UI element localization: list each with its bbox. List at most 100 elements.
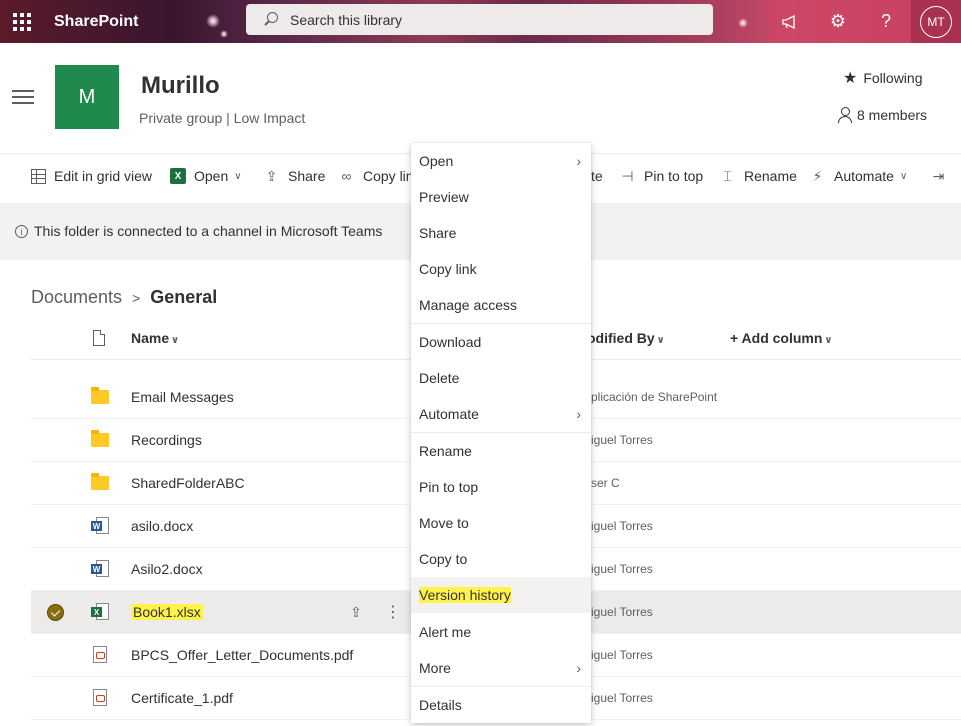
chevron-right-icon: ›: [576, 660, 581, 676]
share-button[interactable]: ⇪ Share: [263, 154, 326, 198]
row-file-name[interactable]: Certificate_1.pdf: [131, 690, 233, 706]
help-icon: ?: [880, 11, 891, 31]
menu-item-rename[interactable]: Rename: [411, 433, 591, 469]
avatar[interactable]: MT: [920, 5, 952, 38]
chevron-right-icon: ›: [576, 406, 581, 422]
share-label: Share: [288, 168, 326, 184]
add-column-button[interactable]: + Add column ∨: [730, 330, 832, 346]
menu-item-label: Alert me: [419, 624, 472, 640]
menu-item-alert-me[interactable]: Alert me: [411, 614, 591, 650]
site-subtitle: Private group | Low Impact: [139, 110, 306, 126]
chevron-down-icon: ∨: [899, 170, 908, 182]
rename-button[interactable]: ⌶ Rename: [719, 154, 797, 198]
chevron-right-icon: >: [132, 289, 141, 306]
folder-icon: [91, 430, 111, 449]
menu-item-label: Automate: [419, 406, 479, 422]
menu-item-copy-link[interactable]: Copy link: [411, 251, 591, 287]
menu-item-label: Download: [419, 334, 482, 350]
grid-icon: [31, 168, 46, 184]
pin-to-top-button[interactable]: ⊣ Pin to top: [619, 154, 703, 198]
menu-item-label: Move to: [419, 515, 469, 531]
open-button[interactable]: X Open ∨: [170, 154, 242, 198]
help-button[interactable]: ?: [864, 0, 908, 43]
search-placeholder: Search this library: [290, 11, 403, 28]
breadcrumb: Documents > General: [31, 287, 217, 308]
person-icon: [838, 107, 852, 123]
pdf-icon: [91, 689, 111, 707]
menu-item-share[interactable]: Share: [411, 215, 591, 251]
menu-item-label: Preview: [419, 189, 469, 205]
hamburger-icon: [12, 90, 34, 92]
breadcrumb-documents[interactable]: Documents: [31, 287, 122, 308]
excel-file-icon: X: [91, 603, 111, 621]
share-icon[interactable]: ⇪: [347, 603, 365, 621]
menu-item-version-history[interactable]: Version history: [411, 577, 591, 613]
menu-item-label: Copy link: [419, 261, 477, 277]
menu-item-label: Details: [419, 697, 462, 713]
column-modified-by[interactable]: odified By ∨: [587, 330, 665, 346]
star-icon: ★: [843, 70, 858, 87]
site-logo[interactable]: M: [55, 65, 119, 129]
announcement-button[interactable]: [768, 0, 812, 43]
menu-item-label: Manage access: [419, 297, 518, 313]
row-modified-by: iguel Torres: [591, 433, 653, 447]
menu-item-label: Rename: [419, 443, 472, 459]
excel-icon: X: [170, 168, 186, 184]
delete-label: te: [591, 168, 603, 184]
site-title[interactable]: Murillo: [141, 72, 220, 100]
menu-item-details[interactable]: Details: [411, 687, 591, 723]
row-file-name[interactable]: Email Messages: [131, 389, 234, 405]
move-icon: ⇥: [932, 167, 945, 184]
background-sparkle: [206, 14, 220, 28]
folder-icon: [91, 473, 111, 492]
more-actions-icon[interactable]: ⋮: [385, 601, 401, 623]
row-file-name[interactable]: Recordings: [131, 432, 202, 448]
rename-label: Rename: [744, 168, 797, 184]
background-sparkle: [738, 18, 748, 28]
following-button[interactable]: ★ Following: [843, 68, 922, 88]
pdf-icon: [91, 646, 111, 664]
menu-item-label: Version history: [419, 587, 511, 603]
move-to-button[interactable]: ⇥: [930, 154, 947, 198]
copy-link-button[interactable]: ∞ Copy lin: [338, 154, 414, 198]
menu-item-more[interactable]: More ›: [411, 650, 591, 686]
row-file-name[interactable]: Book1.xlsx: [131, 604, 203, 620]
rename-icon: ⌶: [723, 167, 732, 184]
row-file-name[interactable]: BPCS_Offer_Letter_Documents.pdf: [131, 647, 353, 663]
row-check-icon[interactable]: [47, 604, 64, 621]
menu-item-delete[interactable]: Delete: [411, 360, 591, 396]
brand-name[interactable]: SharePoint: [54, 0, 138, 43]
column-name[interactable]: Name ∨: [131, 330, 179, 346]
menu-item-move-to[interactable]: Move to: [411, 505, 591, 541]
menu-item-automate[interactable]: Automate ›: [411, 396, 591, 432]
info-icon: i: [15, 225, 28, 238]
automate-button[interactable]: ⚡ Automate ∨: [809, 154, 908, 198]
edit-grid-button[interactable]: Edit in grid view: [31, 154, 152, 198]
menu-item-label: More: [419, 660, 451, 676]
breadcrumb-current: General: [150, 287, 218, 307]
settings-button[interactable]: ⚙: [816, 0, 860, 43]
row-file-name[interactable]: SharedFolderABC: [131, 475, 245, 491]
nav-menu-button[interactable]: [12, 90, 34, 104]
menu-divider: [411, 432, 591, 433]
following-label: Following: [863, 70, 923, 86]
chevron-right-icon: ›: [576, 153, 581, 169]
app-launcher-button[interactable]: [0, 0, 44, 43]
row-modified-by: iguel Torres: [591, 691, 653, 705]
menu-item-pin-to-top[interactable]: Pin to top: [411, 469, 591, 505]
row-file-name[interactable]: Asilo2.docx: [131, 561, 203, 577]
chevron-down-icon: ∨: [234, 170, 242, 182]
waffle-icon: [13, 12, 31, 31]
search-input[interactable]: Search this library: [246, 4, 713, 35]
menu-item-manage-access[interactable]: Manage access: [411, 287, 591, 323]
menu-item-open[interactable]: Open ›: [411, 143, 591, 179]
members-button[interactable]: 8 members: [838, 107, 927, 123]
row-modified-by: iguel Torres: [591, 648, 653, 662]
menu-item-preview[interactable]: Preview: [411, 179, 591, 215]
delete-button[interactable]: te: [591, 154, 603, 198]
row-file-name[interactable]: asilo.docx: [131, 518, 193, 534]
menu-item-download[interactable]: Download: [411, 324, 591, 360]
menu-item-copy-to[interactable]: Copy to: [411, 541, 591, 577]
menu-item-label: Open: [419, 153, 454, 169]
file-type-icon[interactable]: [93, 330, 105, 346]
